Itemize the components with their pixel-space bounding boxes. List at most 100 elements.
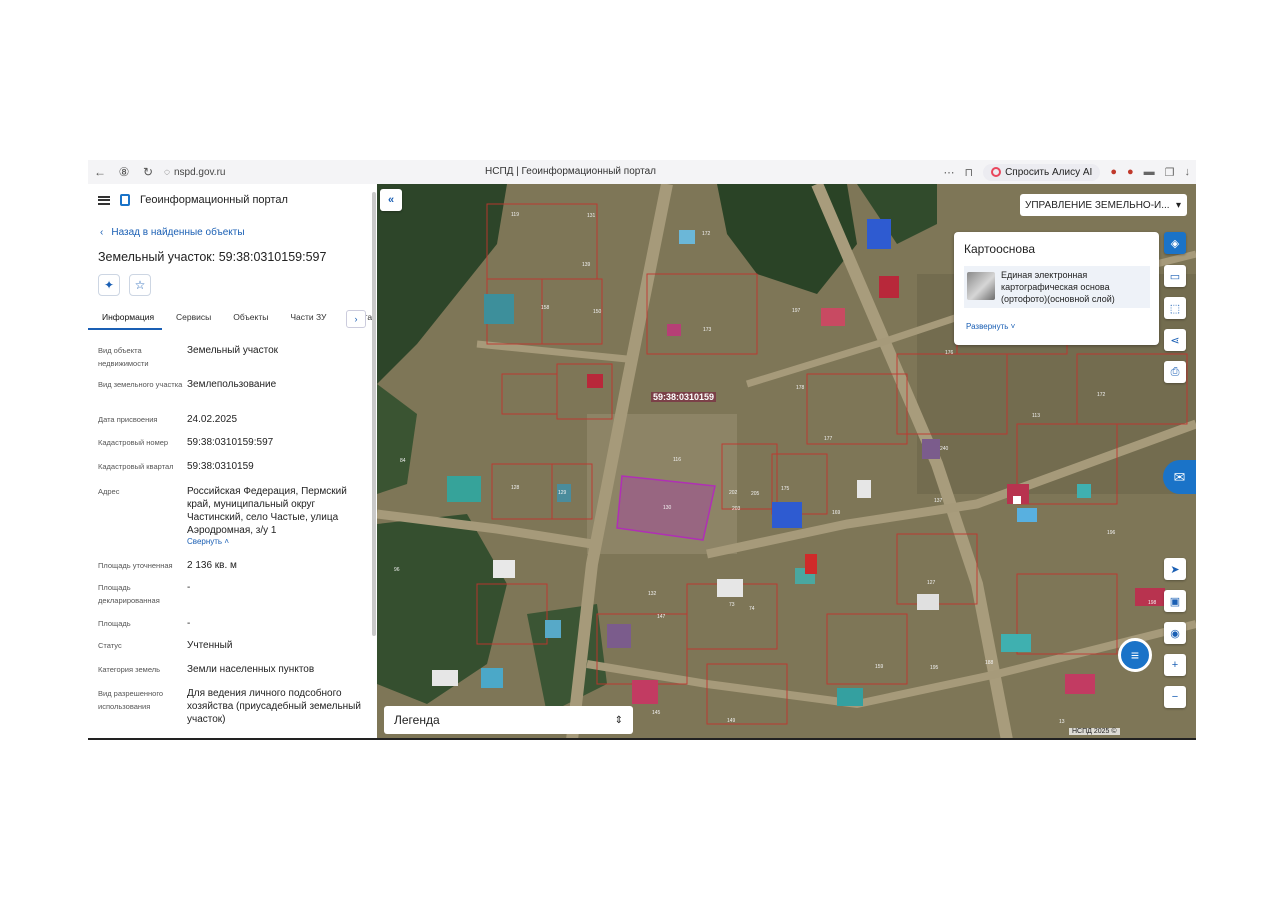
svg-text:178: 178 — [796, 385, 805, 391]
svg-text:13: 13 — [1059, 719, 1065, 725]
legend-dropdown[interactable]: Легенда ⇕ — [384, 706, 633, 734]
locate-on-map-button[interactable]: ✦ — [98, 274, 120, 296]
back-arrow-icon[interactable]: ← — [88, 165, 112, 179]
panel-scrollbar[interactable] — [372, 192, 376, 636]
feedback-tab[interactable]: ✉ — [1163, 460, 1196, 494]
portal-logo-icon — [120, 194, 130, 206]
download-icon[interactable]: ↓ — [1185, 166, 1191, 178]
chat-icon: ≡ — [1130, 647, 1140, 663]
collapse-link[interactable]: Свернуть ˄ — [187, 537, 367, 546]
tab-services[interactable]: Сервисы — [162, 308, 219, 330]
page-title: Земельный участок: 59:38:0310159:597 — [98, 250, 327, 264]
back-link-label: Назад в найденные объекты — [111, 227, 245, 238]
attribute-row: Дата присвоения 24.02.2025 — [98, 413, 368, 426]
svg-text:177: 177 — [824, 436, 833, 442]
attribute-value: 2 136 кв. м — [187, 560, 237, 571]
svg-text:74: 74 — [749, 606, 755, 612]
minus-icon: − — [1171, 691, 1179, 703]
chevron-left-icon: ‹ — [100, 227, 104, 238]
shield-icon: ◌ — [164, 166, 170, 178]
minimap-icon: ▣ — [1169, 595, 1181, 608]
glasses-icon[interactable]: ▬ — [1144, 166, 1155, 178]
tab-information[interactable]: Информация — [88, 308, 163, 330]
address-bar[interactable]: ◌ nspd.gov.ru — [164, 167, 404, 178]
caret-down-icon: ▾ — [1175, 199, 1181, 211]
menu-icon[interactable] — [98, 195, 110, 205]
attribute-row: Вид объекта недвижимости Земельный участ… — [98, 344, 368, 370]
svg-text:195: 195 — [930, 665, 939, 671]
legend-label: Легенда — [394, 713, 440, 727]
share-icon: ⋖ — [1170, 334, 1180, 347]
locate-address-button[interactable]: ◉ — [1164, 622, 1186, 644]
url-text: nspd.gov.ru — [173, 166, 226, 178]
svg-text:149: 149 — [727, 718, 736, 724]
expand-link[interactable]: Развернуть ˅ — [966, 322, 1015, 331]
attribute-row: Площадь уточненная 2 136 кв. м — [98, 559, 368, 572]
attribute-value: Землепользование — [187, 379, 277, 390]
tabs-next-button[interactable]: › — [346, 310, 366, 328]
attribute-value: 24.02.2025 — [187, 414, 238, 425]
select-area-icon: ⬚ — [1169, 302, 1181, 315]
reload-icon[interactable]: ↻ — [136, 165, 160, 179]
portal-header: Геоинформационный портал — [98, 194, 288, 206]
measure-button[interactable]: ▭ — [1164, 265, 1186, 287]
more-icon[interactable]: ⋯ — [943, 166, 954, 179]
geolocate-button[interactable]: ➤ — [1164, 558, 1186, 580]
svg-text:137: 137 — [934, 498, 943, 504]
tab-parts[interactable]: Части ЗУ — [276, 308, 334, 330]
select-area-button[interactable]: ⬚ — [1164, 297, 1186, 319]
layers-button[interactable]: ◈ — [1164, 232, 1186, 254]
attribute-row: Площадь - — [98, 617, 368, 630]
basemap-option[interactable]: Единая электронная картографическая осно… — [964, 266, 1150, 308]
collapse-panel-button[interactable]: « — [380, 189, 402, 211]
ask-alice-button[interactable]: Спросить Алису AI — [983, 163, 1101, 181]
copyright-notice: НСПД 2025 © — [1069, 728, 1120, 735]
star-icon: ☆ — [134, 278, 146, 292]
attribute-label: Площадь декларированная — [98, 583, 160, 605]
minimap-button[interactable]: ▣ — [1164, 590, 1186, 612]
svg-text:188: 188 — [985, 660, 994, 666]
svg-text:127: 127 — [927, 580, 936, 586]
extension-icon[interactable]: ● — [1127, 166, 1134, 178]
attribute-row: Статус Учтенный — [98, 639, 368, 652]
svg-text:84: 84 — [400, 458, 406, 464]
object-info-panel: Геоинформационный портал ‹ Назад в найде… — [88, 184, 377, 740]
zoom-out-button[interactable]: − — [1164, 686, 1186, 708]
back-to-results-link[interactable]: ‹ Назад в найденные объекты — [100, 227, 245, 238]
yandex-icon[interactable]: ⑧ — [112, 165, 136, 179]
print-button[interactable]: ⎙ — [1164, 361, 1186, 383]
basemap-thumbnail — [967, 272, 995, 300]
organization-select[interactable]: УПРАВЛЕНИЕ ЗЕМЕЛЬНО-И... ▾ — [1020, 194, 1187, 216]
cadastral-quarter-label: 59:38:0310159 — [651, 392, 717, 402]
browser-actions: ⋯ ⊓ Спросить Алису AI ● ● ▬ ❐ ↓ — [943, 162, 1190, 182]
tabs-icon[interactable]: ❐ — [1165, 166, 1175, 179]
svg-text:173: 173 — [703, 327, 712, 333]
bookmark-icon[interactable]: ⊓ — [964, 166, 973, 179]
svg-text:119: 119 — [511, 212, 519, 218]
svg-text:202: 202 — [729, 490, 738, 496]
attribute-row: Вид земельного участка Землепользование — [98, 378, 368, 391]
attribute-value: Земли населенных пунктов — [187, 664, 315, 675]
printer-icon: ⎙ — [1170, 365, 1180, 378]
share-button[interactable]: ⋖ — [1164, 329, 1186, 351]
attribute-label: Вид земельного участка — [98, 380, 183, 389]
favorite-button[interactable]: ☆ — [129, 274, 151, 296]
map-view[interactable]: 119 131 139 172 158 150 197 173 178 177 176 169 … — [377, 184, 1196, 740]
extension-icon[interactable]: ● — [1110, 166, 1117, 178]
svg-text:131: 131 — [587, 213, 596, 219]
attribute-label: Площадь — [98, 619, 131, 628]
attribute-row: Категория земель Земли населенных пункто… — [98, 663, 368, 676]
svg-text:132: 132 — [648, 591, 657, 597]
attribute-label: Дата присвоения — [98, 415, 158, 424]
tab-objects[interactable]: Объекты — [219, 308, 276, 330]
svg-text:73: 73 — [729, 602, 735, 608]
alice-icon — [991, 167, 1002, 177]
svg-text:172: 172 — [702, 231, 711, 237]
plus-icon: + — [1171, 659, 1179, 671]
address-block: Российская Федерация, Пермский край, мун… — [187, 485, 367, 546]
attribute-label: Вид разрешенного использования — [98, 689, 164, 711]
assistant-chat-button[interactable]: ≡ — [1118, 638, 1152, 672]
svg-text:113: 113 — [1032, 413, 1040, 419]
zoom-in-button[interactable]: + — [1164, 654, 1186, 676]
attribute-label: Адрес — [98, 487, 120, 496]
